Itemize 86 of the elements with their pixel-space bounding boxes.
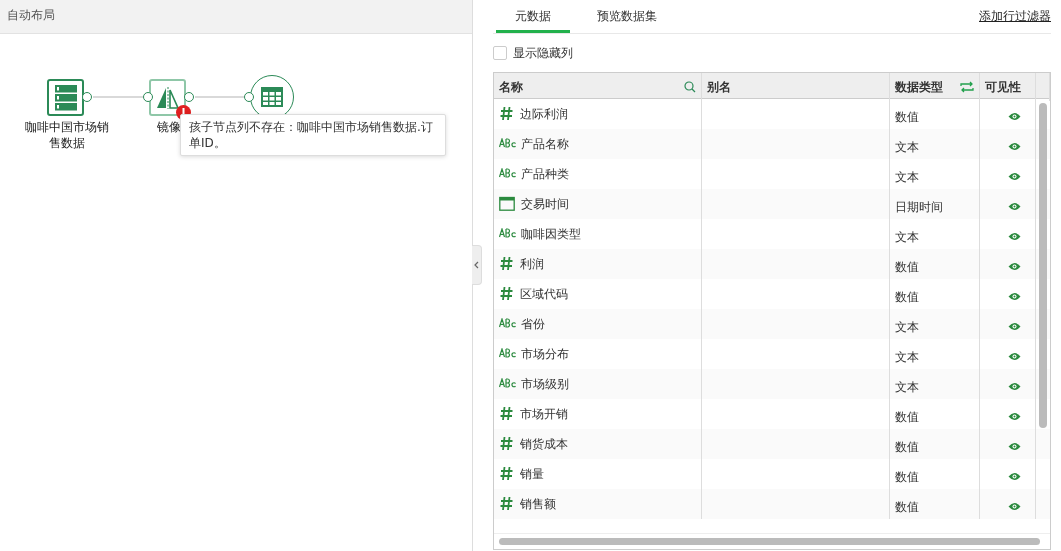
scrollbar[interactable] xyxy=(499,538,1040,545)
node-label: 咖啡中国市场销售数据 xyxy=(25,119,109,151)
eye-icon[interactable] xyxy=(1008,412,1021,421)
output-port[interactable] xyxy=(184,92,194,102)
field-name: 销售额 xyxy=(520,496,556,513)
field-name: 市场分布 xyxy=(521,346,569,363)
column-header: 数据类型 xyxy=(895,79,943,96)
number-type-icon xyxy=(499,286,514,301)
data-type-cell: 文本 xyxy=(895,380,919,394)
mirror-node[interactable] xyxy=(149,79,186,116)
data-type-cell: 数值 xyxy=(895,110,919,124)
calendar-icon xyxy=(499,196,515,211)
eye-icon[interactable] xyxy=(1008,442,1021,451)
checkbox-label: 显示隐藏列 xyxy=(513,45,573,62)
number-type-icon xyxy=(499,436,514,451)
text-type-icon xyxy=(499,316,515,328)
eye-icon[interactable] xyxy=(1008,112,1021,121)
toolbar-title: 自动布局 xyxy=(0,0,472,34)
eye-icon[interactable] xyxy=(1008,292,1021,301)
field-name: 省份 xyxy=(521,316,545,333)
mirror-icon xyxy=(155,85,180,110)
add-filter-link[interactable]: 添加行过滤器 xyxy=(979,7,1051,25)
data-type-cell: 日期时间 xyxy=(895,200,943,214)
number-type-icon xyxy=(499,406,514,421)
column-header: 别名 xyxy=(707,79,731,96)
field-name: 咖啡因类型 xyxy=(521,226,581,243)
number-type-icon xyxy=(499,496,514,511)
connector-line xyxy=(93,96,143,98)
database-icon xyxy=(54,84,77,111)
field-name: 市场级别 xyxy=(521,376,569,393)
eye-icon[interactable] xyxy=(1008,142,1021,151)
text-type-icon xyxy=(499,166,515,178)
eye-icon[interactable] xyxy=(1008,202,1021,211)
data-type-cell: 文本 xyxy=(895,320,919,334)
input-port[interactable] xyxy=(244,92,254,102)
eye-icon[interactable] xyxy=(1008,352,1021,361)
field-name: 销货成本 xyxy=(520,436,568,453)
data-type-cell: 数值 xyxy=(895,440,919,454)
eye-icon[interactable] xyxy=(1008,472,1021,481)
search-icon[interactable] xyxy=(684,81,696,93)
number-type-icon xyxy=(499,106,514,121)
collapse-handle[interactable] xyxy=(472,245,482,285)
data-type-cell: 文本 xyxy=(895,230,919,244)
scrollbar[interactable] xyxy=(1039,103,1047,428)
data-type-cell: 数值 xyxy=(895,260,919,274)
data-type-cell: 数值 xyxy=(895,290,919,304)
tab[interactable]: 预览数据集 xyxy=(590,0,664,33)
eye-icon[interactable] xyxy=(1008,232,1021,241)
field-name: 边际利润 xyxy=(520,106,568,123)
error-tooltip: 孩子节点列不存在：咖啡中国市场销售数据.订单ID。 xyxy=(180,114,446,156)
database-node[interactable] xyxy=(47,79,84,116)
input-port[interactable] xyxy=(143,92,153,102)
field-name: 产品名称 xyxy=(521,136,569,153)
tab[interactable]: 元数据 xyxy=(496,0,570,33)
number-type-icon xyxy=(499,256,514,271)
field-name: 市场开销 xyxy=(520,406,568,423)
field-name: 销量 xyxy=(520,466,544,483)
eye-icon[interactable] xyxy=(1008,382,1021,391)
swap-icon[interactable] xyxy=(960,81,974,93)
data-type-cell: 数值 xyxy=(895,500,919,514)
data-type-cell: 文本 xyxy=(895,350,919,364)
data-type-cell: 数值 xyxy=(895,410,919,424)
checkbox[interactable] xyxy=(493,46,507,60)
node-label: 镜像 xyxy=(157,119,181,135)
number-type-icon xyxy=(499,466,514,481)
data-type-cell: 文本 xyxy=(895,170,919,184)
column-header: 可见性 xyxy=(985,79,1021,96)
eye-icon[interactable] xyxy=(1008,322,1021,331)
table-icon xyxy=(261,87,283,107)
text-type-icon xyxy=(499,376,515,388)
field-name: 利润 xyxy=(520,256,544,273)
eye-icon[interactable] xyxy=(1008,502,1021,511)
text-type-icon xyxy=(499,226,515,238)
column-header: 名称 xyxy=(499,79,523,96)
data-type-cell: 文本 xyxy=(895,140,919,154)
eye-icon[interactable] xyxy=(1008,262,1021,271)
eye-icon[interactable] xyxy=(1008,172,1021,181)
text-type-icon xyxy=(499,136,515,148)
chevron-left-icon xyxy=(474,261,479,269)
output-port[interactable] xyxy=(82,92,92,102)
field-name: 交易时间 xyxy=(521,196,569,213)
field-name: 产品种类 xyxy=(521,166,569,183)
data-type-cell: 数值 xyxy=(895,470,919,484)
field-name: 区域代码 xyxy=(520,286,568,303)
connector-line xyxy=(195,96,244,98)
text-type-icon xyxy=(499,346,515,358)
